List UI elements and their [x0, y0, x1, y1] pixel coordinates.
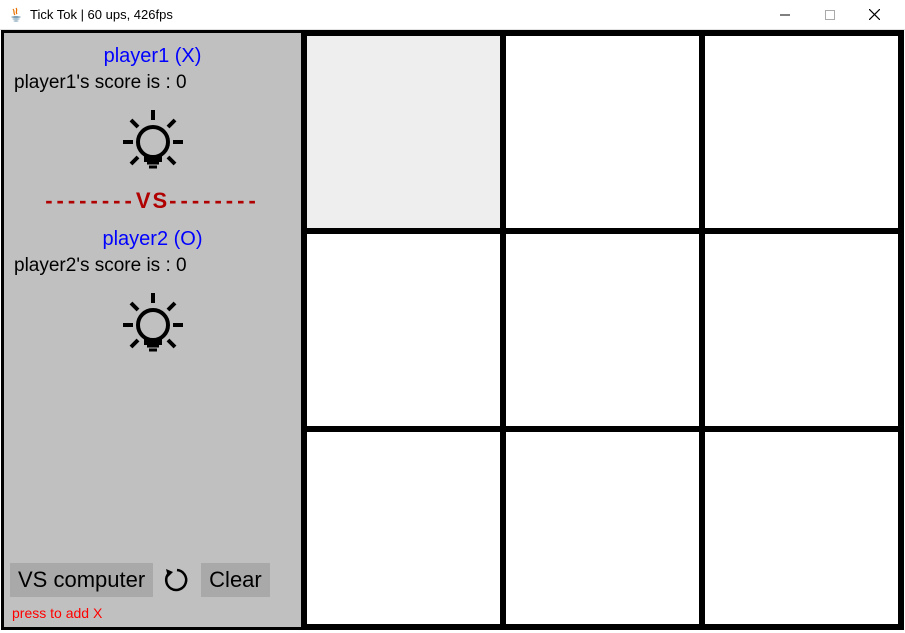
window-title: Tick Tok | 60 ups, 426fps: [30, 7, 173, 22]
reset-icon[interactable]: [161, 564, 193, 596]
cell-7[interactable]: [503, 429, 702, 627]
cell-8[interactable]: [702, 429, 901, 627]
close-button[interactable]: [852, 0, 897, 30]
hint-text: press to add X: [12, 605, 102, 621]
bottom-controls: VS computer Clear: [10, 563, 295, 597]
cell-3[interactable]: [304, 231, 503, 429]
maximize-button[interactable]: [807, 0, 852, 30]
lightbulb-icon[interactable]: [113, 285, 193, 365]
cell-0[interactable]: [304, 33, 503, 231]
cell-1[interactable]: [503, 33, 702, 231]
cell-4[interactable]: [503, 231, 702, 429]
cell-5[interactable]: [702, 231, 901, 429]
player1-score: player1's score is : 0: [10, 72, 295, 94]
player1-name: player1 (X): [10, 45, 295, 68]
titlebar: Tick Tok | 60 ups, 426fps: [0, 0, 905, 30]
java-icon: [8, 7, 24, 23]
clear-button[interactable]: Clear: [201, 563, 270, 597]
vs-label: VS: [136, 188, 169, 214]
cell-2[interactable]: [702, 33, 901, 231]
player2-name: player2 (O): [10, 228, 295, 251]
game-area: player1 (X) player1's score is : 0: [1, 30, 904, 630]
cell-6[interactable]: [304, 429, 503, 627]
player2-score: player2's score is : 0: [10, 255, 295, 277]
vs-dash-right: --------: [169, 188, 260, 214]
vs-computer-button[interactable]: VS computer: [10, 563, 153, 597]
sidebar: player1 (X) player1's score is : 0: [4, 33, 304, 627]
vs-separator: -------- VS --------: [4, 188, 301, 214]
minimize-button[interactable]: [762, 0, 807, 30]
lightbulb-icon[interactable]: [113, 102, 193, 182]
player1-block: player1 (X) player1's score is : 0: [4, 45, 301, 182]
board: [304, 33, 901, 627]
player2-block: player2 (O) player2's score is : 0: [4, 228, 301, 365]
vs-dash-left: --------: [45, 188, 136, 214]
